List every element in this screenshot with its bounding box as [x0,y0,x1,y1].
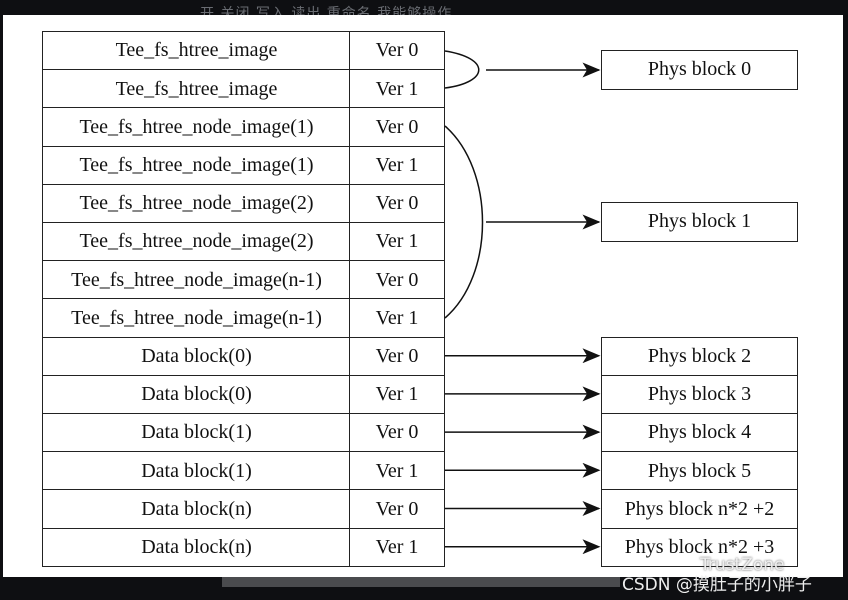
merge-curve [444,125,484,319]
watermark-author: CSDN @摸肚子的小胖子 [622,575,812,595]
arrows [444,50,601,555]
merge-curve [444,50,480,89]
